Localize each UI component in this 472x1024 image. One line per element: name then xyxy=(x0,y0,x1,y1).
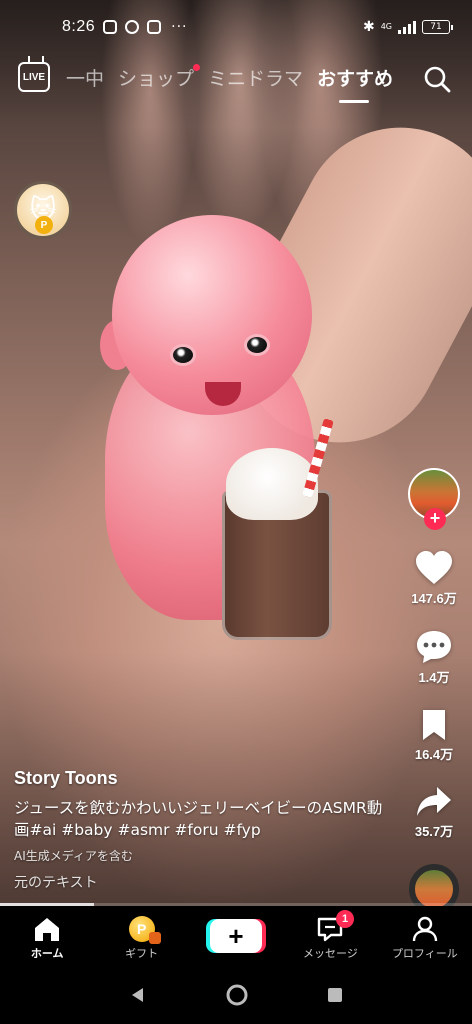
author-name[interactable]: Story Toons xyxy=(14,768,394,789)
rewards-coin-widget[interactable]: 🐱 P xyxy=(14,181,72,239)
tab-label: ショップ xyxy=(118,68,195,90)
nav-messages[interactable]: 1 メッセージ xyxy=(283,906,377,966)
tab-for-you[interactable]: おすすめ xyxy=(317,64,394,103)
live-label: LIVE xyxy=(22,71,46,83)
message-notification-icon xyxy=(147,20,162,34)
video-description[interactable]: ジュースを飲むかわいいジェリーベイビーのASMR動画#ai #baby #asm… xyxy=(14,797,394,841)
home-circle-icon[interactable] xyxy=(225,983,249,1007)
nav-profile[interactable]: プロフィール xyxy=(378,906,472,966)
comment-button[interactable]: 1.4万 xyxy=(415,629,453,686)
gift-coin-icon: P xyxy=(128,916,161,944)
nav-gift[interactable]: P ギフト xyxy=(94,906,188,966)
more-notifications-icon: ··· xyxy=(171,19,188,35)
network-type: 4G xyxy=(380,22,392,31)
top-navigation: LIVE 一中 ショップ ミニドラマ おすすめ xyxy=(0,58,472,104)
like-button[interactable]: 147.6万 xyxy=(411,550,457,607)
search-button[interactable] xyxy=(422,64,452,94)
create-button[interactable]: + xyxy=(210,919,263,953)
system-navigation xyxy=(0,966,472,1024)
tab-shop[interactable]: ショップ xyxy=(118,64,201,91)
creator-avatar[interactable]: + xyxy=(408,468,460,530)
status-bar: 8:26 ··· ✱ 4G 71 xyxy=(0,0,472,54)
action-rail: + 147.6万 1.4万 16.4万 35.7万 xyxy=(404,468,464,914)
share-count: 35.7万 xyxy=(414,824,454,839)
nav-home-label: ホーム xyxy=(30,947,64,960)
coin-badge: P xyxy=(35,216,53,234)
share-button[interactable]: 35.7万 xyxy=(415,785,453,840)
like-count: 147.6万 xyxy=(411,591,457,606)
recents-icon[interactable] xyxy=(326,986,344,1004)
comment-icon xyxy=(417,631,451,663)
back-icon[interactable] xyxy=(128,985,148,1005)
tab-label: 一中 xyxy=(66,68,105,90)
save-button[interactable]: 16.4万 xyxy=(415,708,453,763)
tiktok-notification-icon xyxy=(103,20,118,34)
search-icon xyxy=(424,66,451,93)
bottom-navigation: ホーム P ギフト + 1 メッセージ プロフィール xyxy=(0,906,472,966)
battery-level: 71 xyxy=(430,22,442,32)
nav-gift-label: ギフト xyxy=(125,947,159,960)
tab-mini-drama[interactable]: ミニドラマ xyxy=(208,64,303,91)
bookmark-icon xyxy=(423,710,445,740)
app-notification-icon xyxy=(125,20,140,34)
comment-count: 1.4万 xyxy=(418,670,450,685)
messages-badge: 1 xyxy=(336,910,355,928)
nav-profile-label: プロフィール xyxy=(391,947,458,960)
feed-tabs: 一中 ショップ ミニドラマ おすすめ xyxy=(66,64,394,103)
tab-nearby[interactable]: 一中 xyxy=(66,64,104,91)
nav-messages-label: メッセージ xyxy=(303,947,358,960)
tab-label: ミニドラマ xyxy=(208,68,304,90)
follow-button[interactable]: + xyxy=(424,508,446,530)
signal-icon xyxy=(398,20,416,34)
original-text-link[interactable]: 元のテキスト xyxy=(14,872,394,892)
live-button[interactable]: LIVE xyxy=(18,62,50,92)
ai-generated-label: AI生成メディアを含む xyxy=(14,849,133,863)
status-time: 8:26 xyxy=(62,18,96,35)
video-caption: Story Toons ジュースを飲むかわいいジェリーベイビーのASMR動画#a… xyxy=(14,768,394,892)
heart-icon xyxy=(415,551,452,584)
bluetooth-icon: ✱ xyxy=(362,19,375,35)
share-icon xyxy=(417,787,451,816)
nav-create[interactable]: + xyxy=(189,906,283,966)
battery-icon: 71 xyxy=(422,20,453,34)
tab-label: おすすめ xyxy=(317,68,394,90)
status-right: ✱ 4G 71 xyxy=(362,19,453,35)
profile-icon xyxy=(412,916,438,942)
home-icon xyxy=(35,918,60,941)
save-count: 16.4万 xyxy=(414,747,454,762)
tab-notification-dot xyxy=(193,64,201,71)
nav-home[interactable]: ホーム xyxy=(0,906,94,966)
